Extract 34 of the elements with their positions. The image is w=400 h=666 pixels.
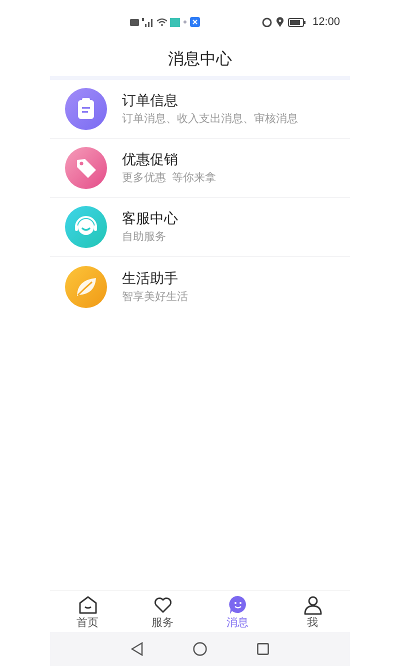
tab-item[interactable]: 我 (275, 595, 350, 632)
dot-icon (183, 20, 187, 24)
tab-item[interactable]: 消息 (200, 595, 275, 632)
battery-icon (288, 18, 306, 26)
item-subtitle: 订单消息、收入支出消息、审核消息 (122, 112, 298, 127)
clipboard-icon (65, 88, 107, 130)
page-title: 消息中心 (168, 50, 232, 70)
item-title: 生活助手 (122, 268, 179, 286)
leaf-icon (65, 266, 107, 308)
person-icon (302, 595, 322, 615)
message-category-item[interactable]: 优惠促销 更多优惠 等你来拿 (50, 139, 350, 198)
tab-item[interactable]: 服务 (125, 595, 200, 632)
message-category-item[interactable]: 订单信息 订单消息、收入支出消息、审核消息 (50, 80, 350, 139)
headset-icon (65, 206, 107, 248)
signal-icon (142, 18, 154, 26)
item-subtitle: 智享美好生活 (122, 290, 188, 304)
item-title: 优惠促销 (122, 150, 179, 168)
message-category-item[interactable]: 生活助手 智享美好生活 (50, 257, 350, 316)
item-subtitle: 自助服务 (122, 230, 167, 245)
tag-icon (65, 147, 107, 189)
status-time: 12:00 (312, 14, 340, 30)
heart-icon (152, 595, 172, 615)
tab-item[interactable]: 首页 (50, 595, 125, 632)
home-circle-icon[interactable] (193, 642, 207, 656)
wifi-icon (157, 18, 167, 26)
recent-apps-icon[interactable] (257, 643, 269, 655)
home-icon (78, 595, 98, 615)
back-icon[interactable] (131, 642, 143, 656)
message-category-item[interactable]: 客服中心 自助服务 (50, 198, 350, 257)
chat-bubble-icon (228, 595, 248, 615)
item-title: 客服中心 (122, 209, 178, 227)
item-subtitle: 更多优惠 等你来拿 (122, 171, 216, 186)
location-icon (276, 17, 284, 27)
item-title: 订单信息 (122, 91, 179, 109)
